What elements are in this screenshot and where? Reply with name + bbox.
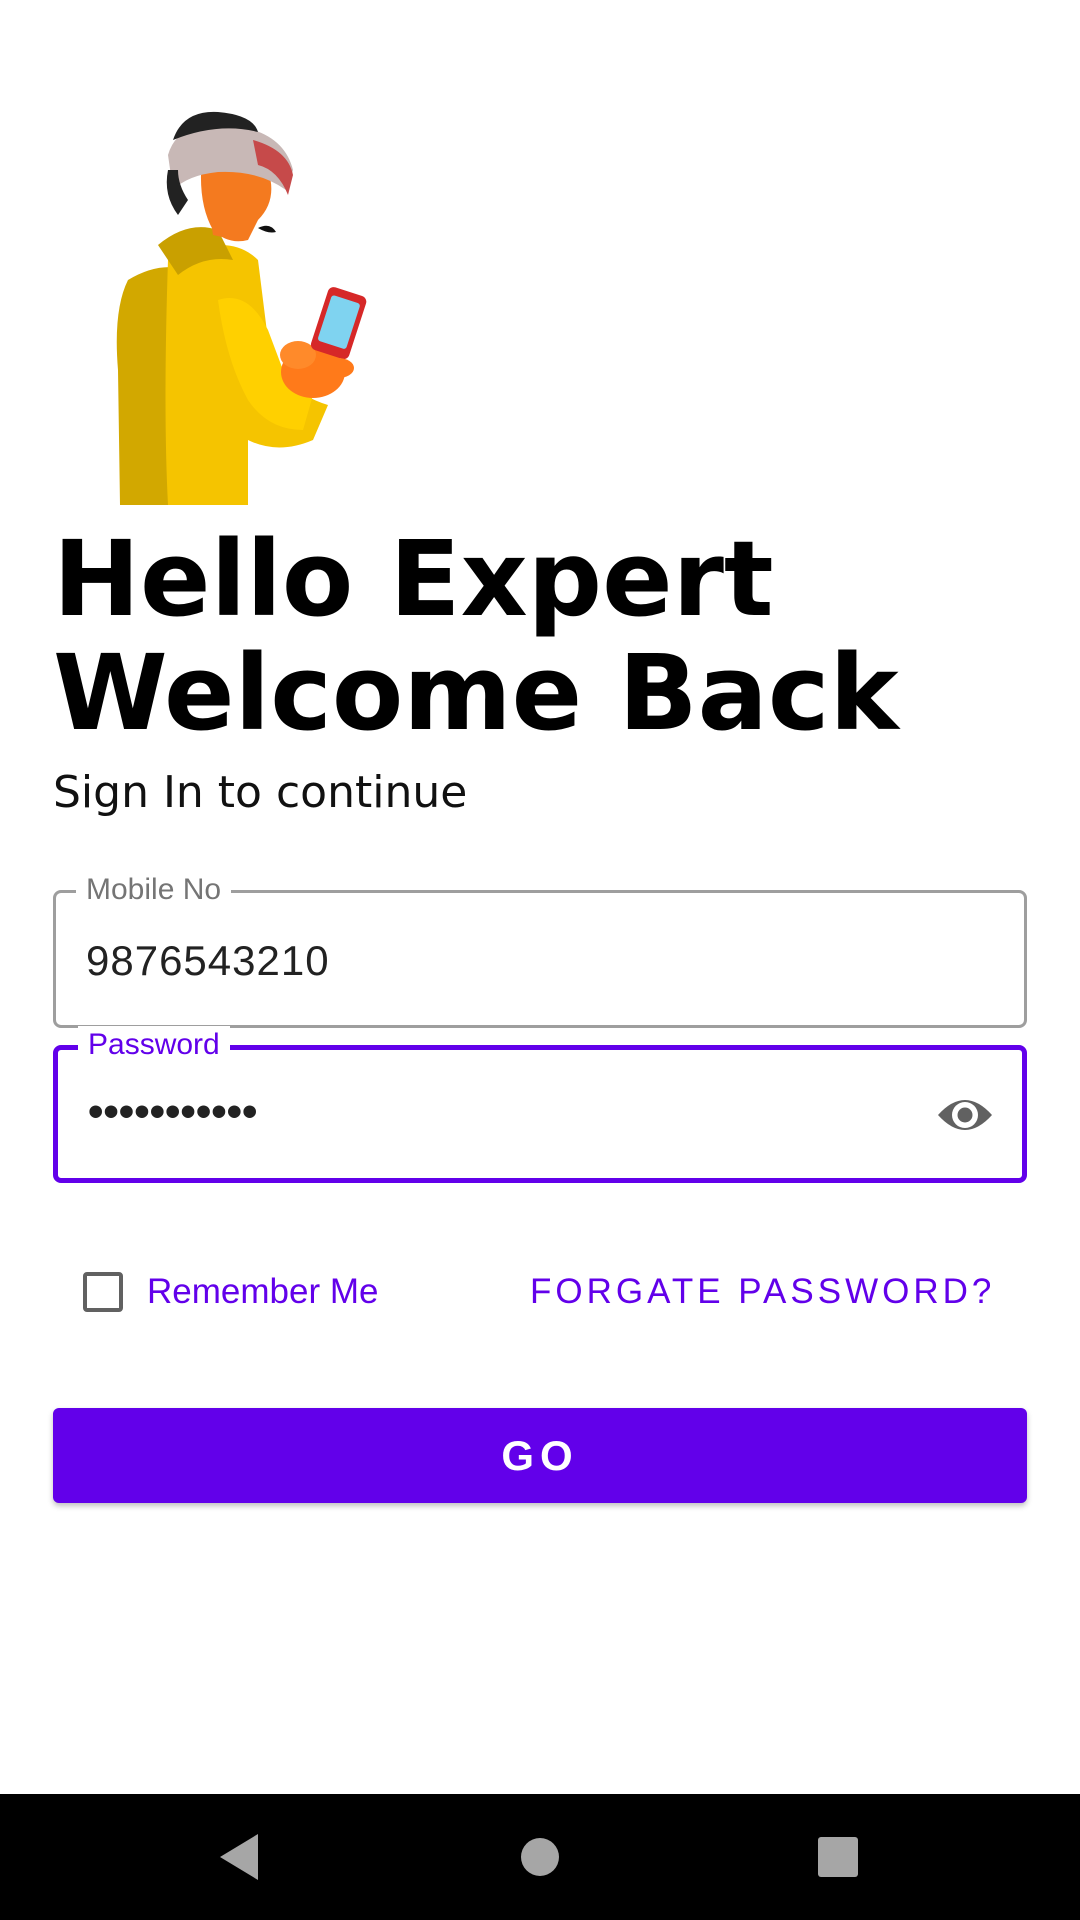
mobile-field-value[interactable]: 9876543210 bbox=[86, 937, 330, 985]
heading-line-1: Hello Expert bbox=[53, 518, 774, 640]
go-button[interactable]: GO bbox=[53, 1408, 1027, 1503]
system-navigation-bar bbox=[0, 1794, 1080, 1920]
subtitle: Sign In to continue bbox=[53, 767, 468, 818]
remember-me-checkbox[interactable] bbox=[83, 1272, 123, 1312]
password-field-label: Password bbox=[78, 1026, 230, 1064]
man-with-phone-illustration bbox=[108, 110, 398, 510]
forgot-password-link[interactable]: FORGATE PASSWORD? bbox=[530, 1267, 995, 1317]
remember-me-label[interactable]: Remember Me bbox=[147, 1272, 378, 1312]
mobile-field[interactable]: Mobile No 9876543210 bbox=[53, 871, 1027, 1028]
recents-icon[interactable] bbox=[805, 1824, 871, 1890]
welcome-heading: Hello Expert Welcome Back bbox=[53, 522, 1053, 750]
home-icon[interactable] bbox=[507, 1824, 573, 1890]
password-field-value[interactable]: ••••••••••• bbox=[88, 1088, 257, 1136]
back-icon[interactable] bbox=[208, 1824, 274, 1890]
password-field[interactable]: Password ••••••••••• bbox=[53, 1026, 1027, 1183]
heading-line-2: Welcome Back bbox=[53, 632, 899, 754]
remember-me-row[interactable]: Remember Me bbox=[83, 1267, 378, 1317]
eye-icon[interactable] bbox=[936, 1090, 994, 1140]
mobile-field-label: Mobile No bbox=[76, 871, 232, 909]
